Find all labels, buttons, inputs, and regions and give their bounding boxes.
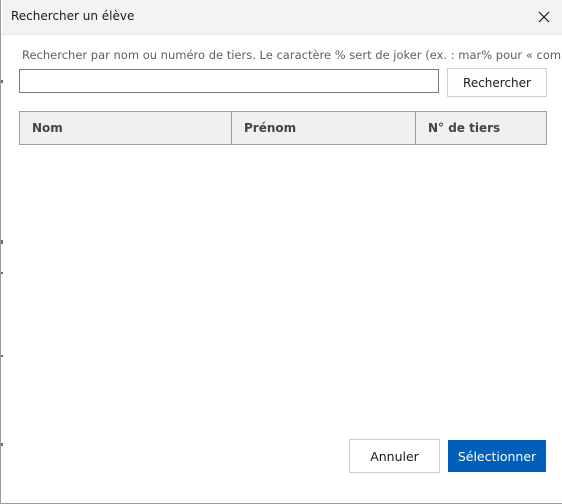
column-header-tiers[interactable]: N° de tiers	[415, 112, 546, 144]
search-input[interactable]	[19, 69, 439, 93]
cancel-button[interactable]: Annuler	[349, 439, 440, 473]
window-edge-mark	[1, 443, 3, 446]
results-table: Nom Prénom N° de tiers	[19, 111, 547, 145]
window-edge-mark	[1, 272, 3, 274]
close-button[interactable]	[529, 2, 559, 32]
window-edge-mark	[1, 240, 3, 244]
dialog-title: Rechercher un élève	[11, 9, 135, 23]
search-student-dialog: Rechercher un élève Rechercher par nom o…	[0, 0, 562, 504]
window-edge-mark	[1, 80, 3, 83]
close-icon	[538, 11, 550, 23]
search-hint: Rechercher par nom ou numéro de tiers. L…	[22, 48, 562, 62]
window-edge-mark	[1, 355, 3, 357]
column-header-nom[interactable]: Nom	[20, 112, 231, 144]
select-button[interactable]: Sélectionner	[448, 440, 546, 472]
dialog-titlebar[interactable]: Rechercher un élève	[2, 0, 562, 35]
search-button[interactable]: Rechercher	[447, 68, 547, 97]
column-header-prenom[interactable]: Prénom	[231, 112, 415, 144]
